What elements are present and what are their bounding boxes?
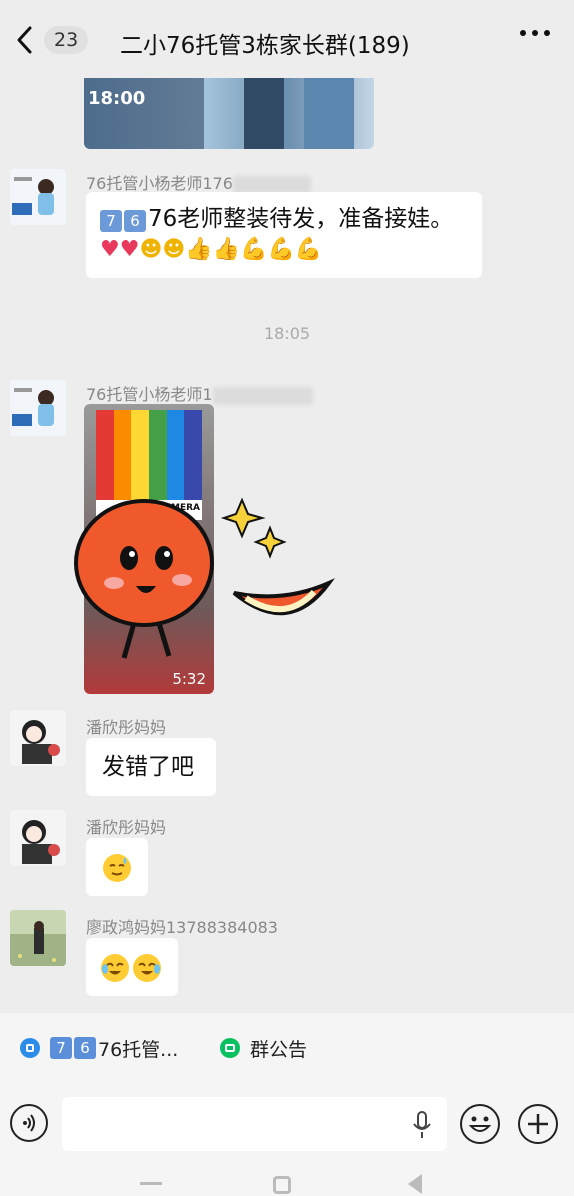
emoji-row: ♥♥☻☻👍👍💪💪💪 — [100, 237, 322, 262]
message-input[interactable] — [62, 1097, 447, 1151]
back-button[interactable]: 23 — [14, 24, 89, 56]
avatar[interactable] — [10, 169, 66, 225]
chat-title: 二小76托管3栋家长群(189) — [120, 33, 410, 59]
thumbs-up-icon: 👍👍 — [185, 237, 241, 262]
chat-message-list[interactable]: 18:00 76托管小杨老师176 7 6 76老师整装待发，准备接娃。 ♥♥☻☻👍… — [0, 78, 574, 1013]
sweat-smile-emoji-icon — [103, 854, 131, 882]
group-link-label: 76托管... — [98, 1038, 179, 1061]
smiley-icon — [468, 1116, 492, 1132]
quick-links-bar: 76 76托管... 群公告 — [0, 1013, 574, 1083]
input-bar — [0, 1083, 574, 1166]
announcement-chip[interactable]: 群公告 — [220, 1031, 307, 1065]
sender-name: 76托管小杨老师176 — [86, 170, 311, 194]
video-overlay-time: 18:00 — [88, 88, 146, 109]
nav-back-icon[interactable] — [408, 1174, 422, 1194]
grin-icon: ☻☻ — [139, 237, 186, 262]
emoji-button[interactable] — [460, 1104, 500, 1144]
message-bubble[interactable]: 7 6 76老师整装待发，准备接娃。 ♥♥☻☻👍👍💪💪💪 — [86, 192, 482, 278]
video-message-top[interactable]: 18:00 — [84, 78, 374, 149]
apple-sticker-icon — [74, 497, 336, 659]
group-link-chip[interactable]: 76 76托管... — [20, 1031, 178, 1065]
nav-menu-icon[interactable] — [140, 1182, 162, 1185]
sender-name: 潘欣彤妈妈 — [86, 818, 167, 837]
unread-count-badge: 23 — [44, 26, 89, 54]
back-arrow-icon — [17, 26, 32, 54]
announcement-label: 群公告 — [250, 1038, 308, 1061]
sender-name: 潘欣彤妈妈 — [86, 718, 167, 737]
avatar[interactable] — [10, 710, 66, 766]
timestamp: 18:05 — [263, 324, 311, 343]
plus-icon — [528, 1114, 548, 1134]
crying-laughing-emoji-icon — [101, 954, 129, 982]
more-options-icon[interactable] — [520, 30, 550, 36]
chat-header: 23 二小76托管3栋家长群(189) — [0, 0, 574, 78]
sender-name: 76托管小杨老师1 — [86, 381, 313, 405]
muscle-icon: 💪💪💪 — [240, 237, 323, 262]
voice-icon — [23, 1114, 35, 1132]
crying-laughing-emoji-icon — [133, 954, 161, 982]
nav-home-icon[interactable] — [273, 1176, 291, 1194]
avatar[interactable] — [10, 910, 66, 966]
voice-button[interactable] — [10, 1104, 48, 1142]
microphone-icon[interactable] — [411, 1110, 433, 1140]
message-bubble[interactable]: 发错了吧 — [86, 738, 216, 796]
mini-program-icon — [20, 1038, 40, 1058]
sender-name: 廖政鸿妈妈13788384083 — [86, 918, 278, 937]
system-nav-bar — [0, 1166, 574, 1196]
avatar[interactable] — [10, 810, 66, 866]
message-text: 76老师整装待发，准备接娃。 — [148, 206, 454, 232]
avatar[interactable] — [10, 380, 66, 436]
message-bubble[interactable] — [86, 938, 178, 996]
announcement-icon — [220, 1038, 240, 1058]
more-actions-button[interactable] — [518, 1104, 558, 1144]
message-bubble[interactable] — [86, 838, 148, 896]
video-duration: 5:32 — [172, 670, 206, 688]
heart-icon: ♥♥ — [100, 237, 140, 262]
message-text: 发错了吧 — [102, 754, 194, 780]
